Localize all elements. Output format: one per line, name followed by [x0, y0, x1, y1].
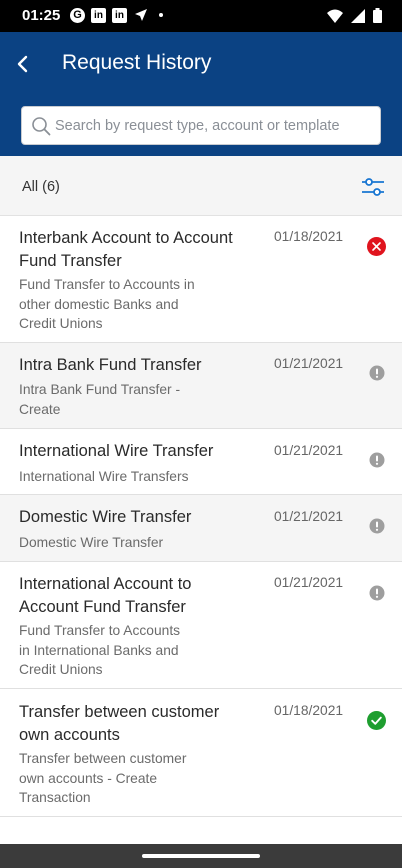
- request-description: Transfer between customer own accounts -…: [19, 751, 187, 805]
- wifi-icon: [327, 9, 343, 28]
- linkedin-icon: in: [112, 7, 127, 23]
- dot-icon: [159, 13, 163, 17]
- request-title: Interbank Account to Account Fund Transf…: [19, 229, 233, 270]
- request-title: International Wire Transfer: [19, 442, 214, 460]
- pending-info-icon: [369, 365, 385, 381]
- sliders-icon: [362, 178, 384, 196]
- list-item[interactable]: Interbank Account to Account Fund Transf…: [0, 216, 402, 343]
- request-list: Interbank Account to Account Fund Transf…: [0, 216, 402, 817]
- system-nav-bar: [0, 844, 402, 868]
- completed-check-icon: [367, 711, 386, 730]
- app-header: Request History Search by request type, …: [0, 32, 402, 156]
- request-title: International Account to Account Fund Tr…: [19, 575, 192, 616]
- system-icons: [327, 8, 382, 28]
- filter-button[interactable]: [359, 173, 387, 201]
- google-icon: G: [70, 7, 85, 23]
- pending-info-icon: [369, 518, 385, 534]
- list-item[interactable]: Intra Bank Fund Transfer Intra Bank Fund…: [0, 343, 402, 429]
- list-item[interactable]: Transfer between customer own accounts T…: [0, 689, 402, 817]
- request-description: Fund Transfer to Accounts in Internation…: [19, 623, 181, 677]
- pending-info-icon: [369, 452, 385, 468]
- back-button[interactable]: [10, 50, 34, 78]
- battery-icon: [373, 8, 382, 28]
- search-input[interactable]: Search by request type, account or templ…: [21, 106, 381, 145]
- request-date: 01/21/2021: [274, 443, 344, 458]
- search-icon: [32, 117, 51, 136]
- rejected-x-icon: [367, 237, 386, 256]
- pending-info-icon: [369, 585, 385, 601]
- request-description: Intra Bank Fund Transfer - Create: [19, 382, 181, 417]
- request-date: 01/21/2021: [274, 575, 344, 590]
- status-time: 01:25: [22, 7, 61, 24]
- search-placeholder: Search by request type, account or templ…: [55, 118, 340, 134]
- request-date: 01/21/2021: [274, 356, 344, 371]
- request-title: Intra Bank Fund Transfer: [19, 356, 202, 374]
- list-item[interactable]: Domestic Wire Transfer Domestic Wire Tra…: [0, 495, 402, 562]
- filter-bar: All (6): [0, 156, 402, 216]
- request-date: 01/18/2021: [274, 229, 344, 244]
- status-bar: 01:25 G in in: [0, 0, 402, 32]
- request-description: International Wire Transfers: [19, 469, 189, 484]
- request-description: Domestic Wire Transfer: [19, 535, 164, 550]
- notification-icons: G in in: [70, 7, 163, 23]
- signal-icon: [351, 8, 365, 28]
- chevron-left-icon: [17, 55, 28, 73]
- request-title: Domestic Wire Transfer: [19, 508, 192, 526]
- filter-count-label: All (6): [22, 179, 60, 195]
- request-title: Transfer between customer own accounts: [19, 703, 220, 744]
- linkedin-icon: in: [91, 7, 106, 23]
- list-item[interactable]: International Account to Account Fund Tr…: [0, 562, 402, 689]
- page-title: Request History: [62, 51, 212, 74]
- request-date: 01/21/2021: [274, 509, 344, 524]
- navigation-arrow-icon: [133, 7, 149, 23]
- home-gesture-handle[interactable]: [142, 854, 260, 858]
- list-item[interactable]: International Wire Transfer Internationa…: [0, 429, 402, 495]
- request-description: Fund Transfer to Accounts in other domes…: [19, 277, 195, 331]
- request-date: 01/18/2021: [274, 703, 344, 718]
